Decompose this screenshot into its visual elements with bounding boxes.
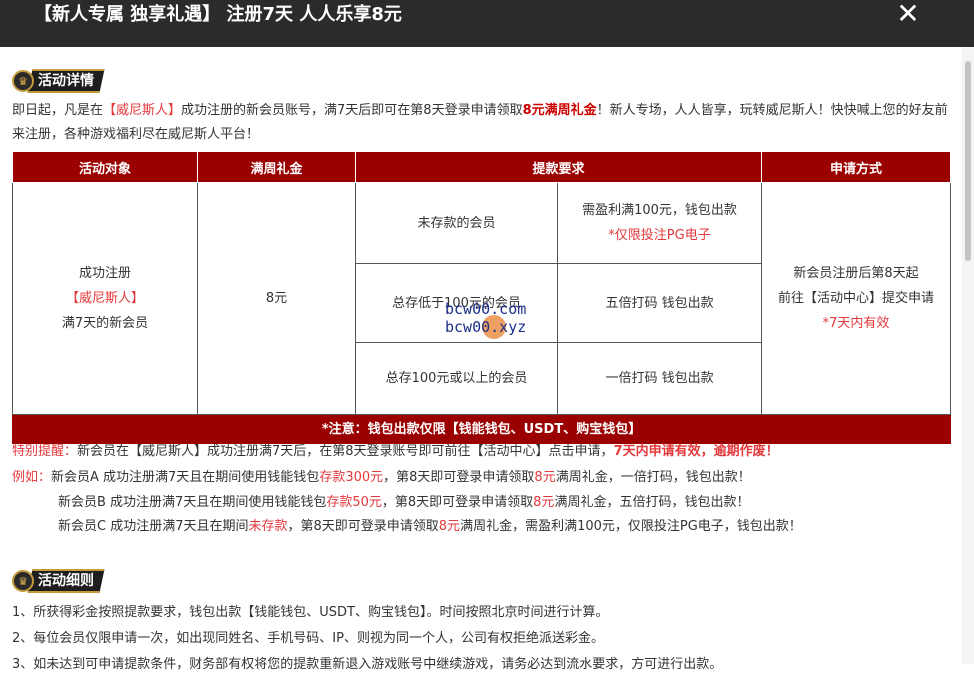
withdrawal-note: *注意：钱包出款仅限【钱能钱包、USDT、购宝钱包】 [11, 414, 952, 444]
watermark: bcw00.com bcw00.xyz [445, 300, 527, 336]
table-row: 成功注册 【威尼斯人】 满7天的新会员 8元 未存款的会员 需盈利满100元，钱… [12, 182, 952, 415]
cell-condition: 总存100元或以上的会员 [355, 342, 558, 415]
intro-paragraph: 即日起，凡是在【威尼斯人】成功注册的新会员账号，满7天后即可在第8天登录申请领取… [12, 103, 948, 142]
col-header-target: 活动对象 [12, 151, 198, 183]
section-title-details: 活动详情 [38, 73, 94, 89]
rule-3: 3、如未达到可申请提款条件，财务部有权将您的提款重新退入游戏账号中继续游戏，请务… [12, 657, 723, 672]
col-header-requirements: 提款要求 [354, 151, 763, 183]
section-badge-details: ♛ 活动详情 [12, 69, 105, 93]
example-c: 新会员C 成功注册满7天且在期间未存款，第8天即可登录申请领取8元满周礼金，需盈… [58, 519, 802, 534]
rule-1: 1、所获得彩金按照提款要求，钱包出款【钱能钱包、USDT、购宝钱包】。时间按照北… [12, 605, 609, 620]
cell-requirement: 五倍打码 钱包出款 [556, 263, 763, 343]
scrollbar-thumb[interactable] [965, 61, 971, 261]
table-header-row: 活动对象 满周礼金 提款要求 申请方式 [12, 151, 952, 183]
table-note-row: *注意：钱包出款仅限【钱能钱包、USDT、购宝钱包】 [11, 414, 952, 444]
gift-highlight: 8元满周礼金 [522, 103, 597, 118]
col-header-apply: 申请方式 [761, 151, 952, 183]
cell-requirement: 需盈利满100元，钱包出款 *仅限投注PG电子 [556, 182, 763, 264]
cell-condition: 未存款的会员 [355, 182, 558, 264]
close-button[interactable]: ✕ [892, 0, 924, 30]
section-title-rules: 活动细则 [38, 573, 94, 589]
vertical-scrollbar[interactable] [962, 47, 974, 664]
badge-emblem-icon: ♛ [12, 70, 34, 92]
details-table: 活动对象 满周礼金 提款要求 申请方式 成功注册 【威尼斯人】 满7天的新会员 … [11, 151, 952, 444]
example-a: 例如：新会员A 成功注册满7天且在期间使用钱能钱包存款300元，第8天即可登录申… [12, 470, 751, 485]
special-reminder: 特别提醒：新会员在【威尼斯人】成功注册满7天后，在第8天登录账号即可前往【活动中… [12, 444, 779, 459]
col-header-amount: 满周礼金 [197, 151, 356, 183]
cell-requirement: 一倍打码 钱包出款 [556, 342, 763, 415]
badge-emblem-icon: ♛ [12, 570, 34, 592]
rule-2: 2、每位会员仅限申请一次，如出现同姓名、手机号码、IP、则视为同一个人，公司有权… [12, 631, 604, 646]
brand-highlight: 【威尼斯人】 [103, 103, 182, 118]
section-badge-rules: ♛ 活动细则 [12, 569, 105, 593]
dialog-header: 【新人专属 独享礼遇】 注册7天 人人乐享8元 ✕ [0, 0, 974, 47]
example-b: 新会员B 成功注册满7天且在期间使用钱能钱包存款50元，第8天即可登录申请领取8… [58, 495, 750, 510]
dialog-title: 【新人专属 独享礼遇】 注册7天 人人乐享8元 [34, 4, 402, 25]
dialog-content: ♛ 活动详情 即日起，凡是在【威尼斯人】成功注册的新会员账号，满7天后即可在第8… [0, 47, 962, 672]
cell-amount: 8元 [197, 182, 356, 415]
cell-target: 成功注册 【威尼斯人】 满7天的新会员 [12, 182, 198, 415]
cell-apply: 新会员注册后第8天起 前往【活动中心】提交申请 *7天内有效 [761, 182, 952, 415]
